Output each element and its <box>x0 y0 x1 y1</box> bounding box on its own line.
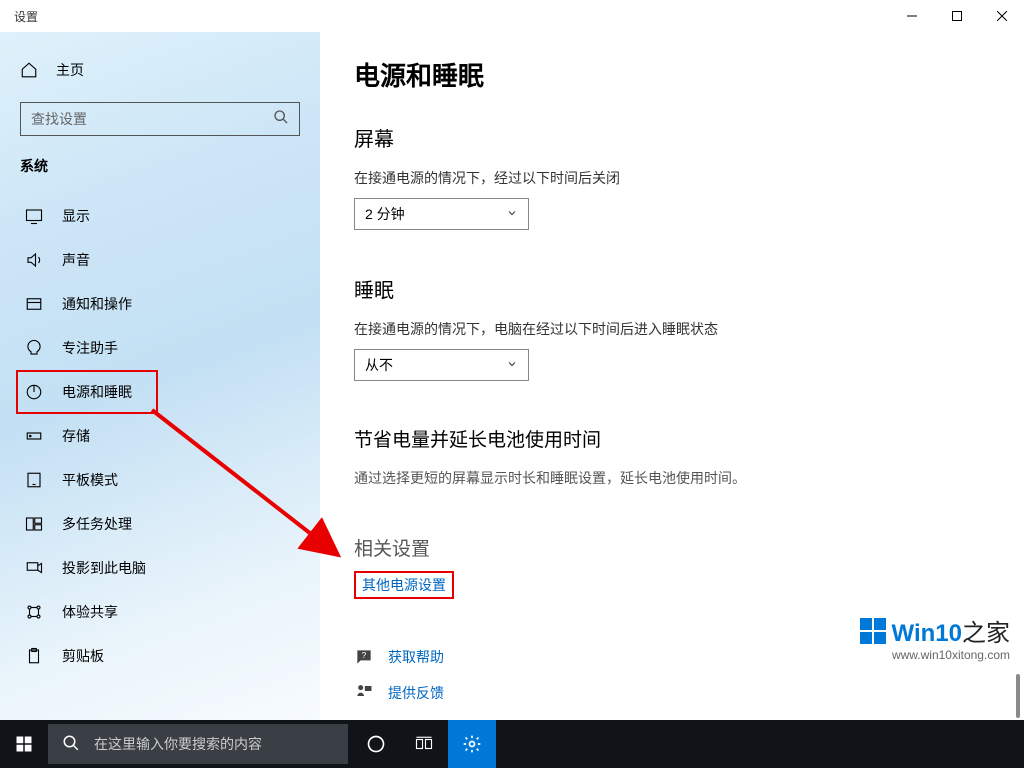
sidebar-item-storage[interactable]: 存储 <box>20 414 300 458</box>
storage-icon <box>24 426 44 446</box>
notifications-icon <box>24 294 44 314</box>
scrollbar-thumb[interactable] <box>1016 674 1020 718</box>
sidebar-item-label: 声音 <box>62 250 90 270</box>
search-input[interactable]: 查找设置 <box>20 102 300 136</box>
tablet-icon <box>24 470 44 490</box>
chevron-down-icon <box>506 206 518 222</box>
focus-icon <box>24 338 44 358</box>
cortana-button[interactable] <box>352 720 400 768</box>
sidebar-item-label: 平板模式 <box>62 470 118 490</box>
sidebar: 主页 查找设置 系统 显示 声音 通知和操作 专注助手 <box>0 32 320 720</box>
screen-timeout-select[interactable]: 2 分钟 <box>354 198 529 230</box>
sidebar-item-focus[interactable]: 专注助手 <box>20 326 300 370</box>
sidebar-item-project[interactable]: 投影到此电脑 <box>20 546 300 590</box>
sleep-timeout-select[interactable]: 从不 <box>354 349 529 381</box>
sidebar-item-label: 显示 <box>62 206 90 226</box>
svg-text:?: ? <box>362 650 367 660</box>
search-icon <box>62 734 80 755</box>
sidebar-item-clipboard[interactable]: 剪贴板 <box>20 634 300 678</box>
feedback-icon <box>354 681 374 704</box>
sidebar-item-label: 通知和操作 <box>62 294 132 314</box>
sidebar-item-label: 多任务处理 <box>62 514 132 534</box>
home-label: 主页 <box>56 60 84 80</box>
search-placeholder: 查找设置 <box>31 109 273 129</box>
sidebar-item-sound[interactable]: 声音 <box>20 238 300 282</box>
sidebar-item-display[interactable]: 显示 <box>20 194 300 238</box>
close-button[interactable] <box>979 0 1024 32</box>
related-heading: 相关设置 <box>354 534 1024 561</box>
sleep-label: 在接通电源的情况下，电脑在经过以下时间后进入睡眠状态 <box>354 319 1024 339</box>
sidebar-item-notifications[interactable]: 通知和操作 <box>20 282 300 326</box>
start-button[interactable] <box>0 720 48 768</box>
screen-timeout-value: 2 分钟 <box>365 204 405 224</box>
other-power-link[interactable]: 其他电源设置 <box>362 577 446 593</box>
task-view-button[interactable] <box>400 720 448 768</box>
section-title: 系统 <box>20 156 300 176</box>
maximize-button[interactable] <box>934 0 979 32</box>
sidebar-item-tablet[interactable]: 平板模式 <box>20 458 300 502</box>
settings-window: 设置 主页 查找设置 系统 显示 声音 <box>0 0 1024 720</box>
get-help-link[interactable]: 获取帮助 <box>388 647 444 667</box>
search-icon <box>273 109 289 130</box>
titlebar: 设置 <box>0 0 1024 32</box>
project-icon <box>24 558 44 578</box>
window-title: 设置 <box>14 8 38 25</box>
battery-desc: 通过选择更短的屏幕显示时长和睡眠设置，延长电池使用时间。 <box>354 468 1024 488</box>
clipboard-icon <box>24 646 44 666</box>
sidebar-item-share[interactable]: 体验共享 <box>20 590 300 634</box>
home-icon <box>20 61 38 79</box>
home-button[interactable]: 主页 <box>20 50 300 90</box>
battery-heading: 节省电量并延长电池使用时间 <box>354 425 1024 452</box>
watermark: Win10之家 www.win10xitong.com <box>860 613 1010 662</box>
sidebar-item-multitask[interactable]: 多任务处理 <box>20 502 300 546</box>
sidebar-item-label: 投影到此电脑 <box>62 558 146 578</box>
screen-label: 在接通电源的情况下，经过以下时间后关闭 <box>354 168 1024 188</box>
sleep-timeout-value: 从不 <box>365 355 393 375</box>
sidebar-item-label: 剪贴板 <box>62 646 104 666</box>
taskbar: 在这里输入你要搜索的内容 <box>0 720 1024 768</box>
sidebar-item-label: 专注助手 <box>62 338 118 358</box>
windows-logo-icon <box>860 618 886 644</box>
taskbar-settings-button[interactable] <box>448 720 496 768</box>
help-icon: ? <box>354 647 374 667</box>
sidebar-item-label: 电源和睡眠 <box>62 382 132 402</box>
chevron-down-icon <box>506 357 518 373</box>
minimize-button[interactable] <box>889 0 934 32</box>
sidebar-item-label: 体验共享 <box>62 602 118 622</box>
page-title: 电源和睡眠 <box>354 56 1024 93</box>
other-power-link-box: 其他电源设置 <box>354 571 454 599</box>
sound-icon <box>24 250 44 270</box>
share-icon <box>24 602 44 622</box>
taskbar-search[interactable]: 在这里输入你要搜索的内容 <box>48 724 348 764</box>
sidebar-item-power[interactable]: 电源和睡眠 <box>16 370 158 414</box>
display-icon <box>24 206 44 226</box>
sleep-heading: 睡眠 <box>354 274 1024 303</box>
taskbar-search-placeholder: 在这里输入你要搜索的内容 <box>94 734 262 754</box>
multitask-icon <box>24 514 44 534</box>
sidebar-item-label: 存储 <box>62 426 90 446</box>
screen-heading: 屏幕 <box>354 123 1024 152</box>
feedback-link[interactable]: 提供反馈 <box>388 683 444 703</box>
watermark-url: www.win10xitong.com <box>860 648 1010 662</box>
power-icon <box>24 382 44 402</box>
